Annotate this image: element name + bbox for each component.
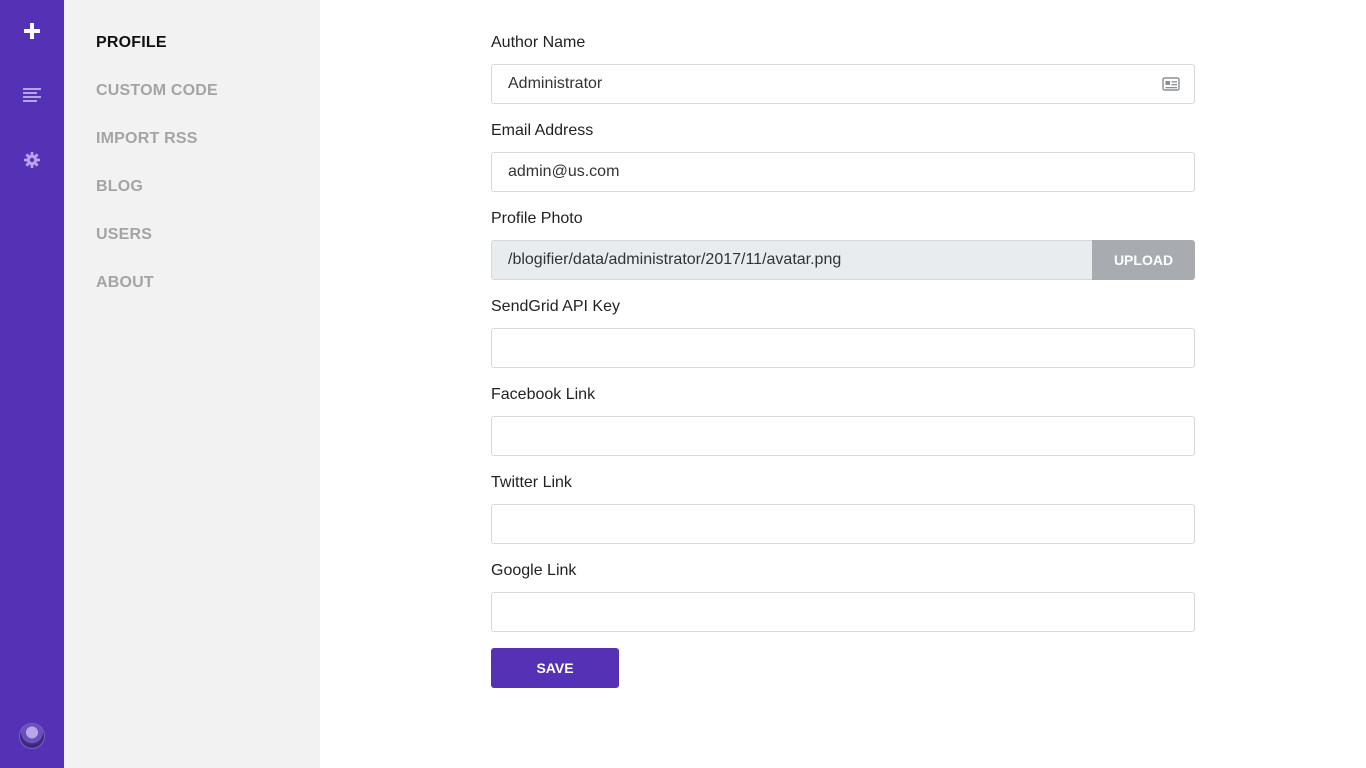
subnav-item-custom-code[interactable]: CUSTOM CODE [96,79,218,103]
google-link-field[interactable] [491,592,1195,632]
id-card-icon [1162,77,1180,91]
settings-button[interactable] [0,140,64,180]
subnav-item-profile[interactable]: PROFILE [96,31,167,55]
subnav-item-users[interactable]: USERS [96,223,152,247]
subnav-item-blog[interactable]: BLOG [96,175,143,199]
subnav-item-import-rss[interactable]: IMPORT RSS [96,127,198,151]
author-name-label: Author Name [491,34,586,51]
email-label: Email Address [491,122,594,139]
avatar[interactable] [20,724,44,748]
sendgrid-api-key-field[interactable] [491,328,1195,368]
twitter-link-field[interactable] [491,504,1195,544]
twitter-label: Twitter Link [491,474,572,491]
facebook-label: Facebook Link [491,386,596,403]
profile-photo-field: /blogifier/data/administrator/2017/11/av… [491,240,1092,280]
email-value: admin@us.com [508,163,620,180]
settings-subnav: PROFILE CUSTOM CODE IMPORT RSS BLOG USER… [64,0,320,768]
profile-photo-value: /blogifier/data/administrator/2017/11/av… [508,251,842,268]
plus-icon [24,23,40,39]
subnav-item-about[interactable]: ABOUT [96,271,154,295]
list-icon [23,88,41,102]
sendgrid-label: SendGrid API Key [491,298,620,315]
save-button[interactable]: SAVE [491,648,619,688]
facebook-link-field[interactable] [491,416,1195,456]
author-name-field[interactable]: Administrator [491,64,1195,104]
email-field[interactable]: admin@us.com [491,152,1195,192]
gear-icon [24,152,40,168]
profile-photo-label: Profile Photo [491,210,583,227]
author-name-value: Administrator [508,75,603,92]
icon-rail [0,0,64,768]
new-post-button[interactable] [0,11,64,51]
posts-button[interactable] [0,75,64,115]
google-label: Google Link [491,562,577,579]
upload-button[interactable]: UPLOAD [1092,240,1195,280]
